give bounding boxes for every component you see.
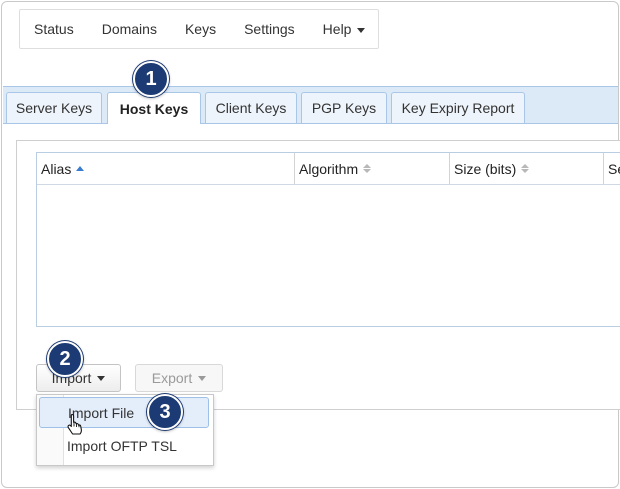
sort-icon bbox=[521, 164, 530, 173]
step-callout-1: 1 bbox=[133, 61, 169, 97]
export-button: Export bbox=[135, 364, 223, 392]
column-partial-label: Se bbox=[608, 160, 620, 177]
menu-item-import-file[interactable]: Import File bbox=[39, 397, 209, 428]
tab-pgp-keys[interactable]: PGP Keys bbox=[301, 92, 387, 123]
tab-server-keys[interactable]: Server Keys bbox=[6, 92, 102, 123]
hand-pointer-icon bbox=[67, 413, 82, 435]
sort-icon bbox=[363, 164, 372, 173]
export-button-label: Export bbox=[151, 370, 193, 386]
nav-status[interactable]: Status bbox=[20, 21, 88, 37]
sort-ascending-icon bbox=[76, 166, 85, 171]
column-algorithm[interactable]: Algorithm bbox=[295, 153, 450, 184]
column-alias[interactable]: Alias bbox=[37, 153, 295, 184]
column-partial[interactable]: Se bbox=[604, 153, 620, 184]
nav-help-label: Help bbox=[322, 21, 352, 37]
nav-domains[interactable]: Domains bbox=[88, 21, 171, 37]
tab-key-expiry-report[interactable]: Key Expiry Report bbox=[391, 92, 525, 123]
column-size-label: Size (bits) bbox=[454, 160, 517, 177]
chevron-down-icon bbox=[97, 375, 106, 381]
tab-host-keys[interactable]: Host Keys bbox=[107, 92, 201, 124]
nav-settings[interactable]: Settings bbox=[230, 21, 309, 37]
table-header: Alias Algorithm Size (bits) Se bbox=[37, 153, 620, 185]
host-keys-table: Alias Algorithm Size (bits) Se bbox=[36, 152, 620, 327]
key-tabs: Server Keys Host Keys Client Keys PGP Ke… bbox=[3, 86, 618, 124]
column-alias-label: Alias bbox=[41, 160, 72, 177]
column-algorithm-label: Algorithm bbox=[299, 160, 359, 177]
chevron-down-icon bbox=[198, 375, 207, 381]
menu-item-import-oftp-tsl[interactable]: Import OFTP TSL bbox=[39, 430, 209, 461]
column-size[interactable]: Size (bits) bbox=[450, 153, 604, 184]
nav-help[interactable]: Help bbox=[309, 21, 380, 37]
top-navigation: Status Domains Keys Settings Help bbox=[19, 9, 379, 49]
tab-client-keys[interactable]: Client Keys bbox=[205, 92, 297, 123]
step-callout-2: 2 bbox=[47, 341, 83, 377]
chevron-down-icon bbox=[357, 27, 366, 33]
import-dropdown-menu: Import File Import OFTP TSL bbox=[36, 394, 214, 466]
nav-keys[interactable]: Keys bbox=[171, 21, 230, 37]
step-callout-3: 3 bbox=[147, 394, 183, 430]
